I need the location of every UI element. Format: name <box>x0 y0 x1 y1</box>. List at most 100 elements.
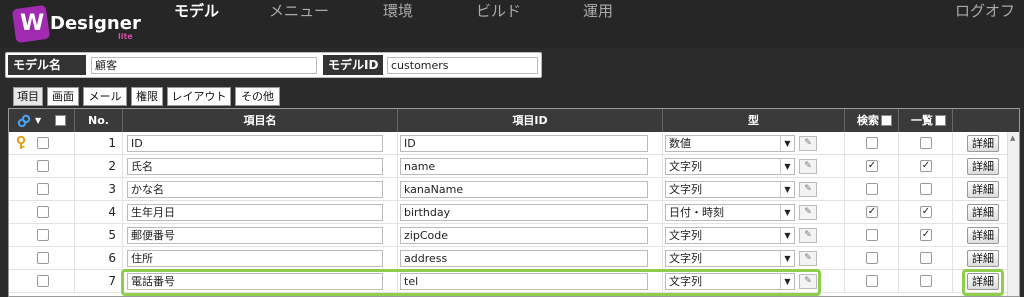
field-id-input[interactable]: name <box>400 158 648 175</box>
search-checkbox[interactable]: ✓ <box>866 160 878 172</box>
search-checkbox[interactable] <box>866 183 878 195</box>
edit-icon[interactable]: ✎ <box>799 228 817 243</box>
nav-environment[interactable]: 環境 <box>383 0 413 48</box>
list-checkbox[interactable] <box>920 137 932 149</box>
row-select-cell <box>9 270 75 293</box>
row-number: 6 <box>75 247 123 270</box>
vertical-scrollbar[interactable]: ▲ <box>1007 132 1019 296</box>
field-name-input[interactable]: 氏名 <box>127 158 383 175</box>
search-all-checkbox[interactable] <box>881 115 892 126</box>
search-checkbox[interactable] <box>866 252 878 264</box>
type-select[interactable]: 文字列 ▼ <box>665 181 795 198</box>
list-checkbox[interactable]: ✓ <box>920 229 932 241</box>
model-name-label: モデル名 <box>8 55 86 75</box>
field-name-input[interactable]: 住所 <box>127 250 383 267</box>
chevron-down-icon[interactable]: ▼ <box>780 136 794 151</box>
app-logo[interactable]: W Designer lite <box>11 4 152 44</box>
detail-button[interactable]: 詳細 <box>967 227 999 244</box>
field-id-input[interactable]: birthday <box>400 204 648 221</box>
logo-sub: lite <box>118 32 133 41</box>
field-name-input[interactable]: ID <box>127 135 383 152</box>
nav-menu[interactable]: メニュー <box>269 0 329 48</box>
link-icon[interactable] <box>17 113 31 128</box>
search-cell <box>845 132 899 155</box>
edit-icon[interactable]: ✎ <box>799 251 817 266</box>
row-select-checkbox[interactable] <box>37 252 49 264</box>
chevron-down-icon[interactable]: ▼ <box>780 182 794 197</box>
header-no: No. <box>75 109 123 132</box>
search-checkbox[interactable] <box>866 229 878 241</box>
edit-icon[interactable]: ✎ <box>799 205 817 220</box>
model-name-input[interactable]: 顧客 <box>91 57 317 74</box>
table-row: 2 氏名 name 文字列 ▼ ✎ ✓ ✓ 詳細 <box>9 155 1019 178</box>
header-dropdown-icon[interactable]: ▼ <box>35 109 41 132</box>
nav-model[interactable]: モデル <box>174 0 219 48</box>
list-checkbox[interactable] <box>920 183 932 195</box>
type-select[interactable]: 文字列 ▼ <box>665 227 795 244</box>
tab-mail[interactable]: メール <box>83 87 127 106</box>
nav-operation[interactable]: 運用 <box>583 0 613 48</box>
search-checkbox[interactable] <box>866 275 878 287</box>
table-row: 1 ID ID 数値 ▼ ✎ 詳細 <box>9 132 1019 155</box>
list-checkbox[interactable]: ✓ <box>920 206 932 218</box>
list-cell: ✓ <box>899 155 953 178</box>
model-id-input[interactable]: customers <box>387 57 538 74</box>
type-cell: 数値 ▼ ✎ <box>663 132 845 155</box>
list-checkbox[interactable] <box>920 275 932 287</box>
field-id-input[interactable]: ID <box>400 135 648 152</box>
chevron-down-icon[interactable]: ▼ <box>780 159 794 174</box>
field-name-input[interactable]: 生年月日 <box>127 204 383 221</box>
chevron-down-icon[interactable]: ▼ <box>780 228 794 243</box>
type-select[interactable]: 文字列 ▼ <box>665 158 795 175</box>
detail-cell: 詳細 <box>953 178 1009 201</box>
tab-fields[interactable]: 項目 <box>13 87 43 106</box>
field-id-input[interactable]: address <box>400 250 648 267</box>
field-id-input[interactable]: zipCode <box>400 227 648 244</box>
field-id-input[interactable]: kanaName <box>400 181 648 198</box>
chevron-down-icon[interactable]: ▼ <box>780 205 794 220</box>
row-select-checkbox[interactable] <box>37 206 49 218</box>
type-select[interactable]: 日付・時刻 ▼ <box>665 204 795 221</box>
detail-button[interactable]: 詳細 <box>967 181 999 198</box>
chevron-down-icon[interactable]: ▼ <box>780 251 794 266</box>
row-select-checkbox[interactable] <box>37 183 49 195</box>
detail-button[interactable]: 詳細 <box>967 204 999 221</box>
type-cell: 文字列 ▼ ✎ <box>663 178 845 201</box>
row-select-checkbox[interactable] <box>37 137 49 149</box>
field-name-input[interactable]: 郵便番号 <box>127 227 383 244</box>
field-name-input[interactable]: かな名 <box>127 181 383 198</box>
header-detail <box>953 109 1009 132</box>
detail-button[interactable]: 詳細 <box>967 158 999 175</box>
field-id-cell: zipCode <box>398 224 663 247</box>
type-select[interactable]: 数値 ▼ <box>665 135 795 152</box>
tab-others[interactable]: その他 <box>235 87 280 106</box>
list-checkbox[interactable]: ✓ <box>920 160 932 172</box>
row-select-checkbox[interactable] <box>37 229 49 241</box>
type-select[interactable]: 文字列 ▼ <box>665 250 795 267</box>
detail-button[interactable]: 詳細 <box>967 250 999 267</box>
nav-build[interactable]: ビルド <box>476 0 521 48</box>
row-number: 4 <box>75 201 123 224</box>
list-all-checkbox[interactable] <box>935 115 946 126</box>
row-select-checkbox[interactable] <box>37 275 49 287</box>
list-checkbox[interactable] <box>920 252 932 264</box>
search-cell <box>845 224 899 247</box>
edit-icon[interactable]: ✎ <box>799 182 817 197</box>
detail-button[interactable]: 詳細 <box>967 135 999 152</box>
edit-icon[interactable]: ✎ <box>799 159 817 174</box>
scroll-up-arrow[interactable]: ▲ <box>1010 134 1015 142</box>
edit-icon[interactable]: ✎ <box>799 136 817 151</box>
search-checkbox[interactable] <box>866 137 878 149</box>
detail-cell: 詳細 <box>953 132 1009 155</box>
list-cell <box>899 132 953 155</box>
tab-permissions[interactable]: 権限 <box>131 87 163 106</box>
row-select-checkbox[interactable] <box>37 160 49 172</box>
search-checkbox[interactable]: ✓ <box>866 206 878 218</box>
field-id-cell: name <box>398 155 663 178</box>
logout-link[interactable]: ログオフ <box>955 0 1015 48</box>
tab-layout[interactable]: レイアウト <box>167 87 231 106</box>
model-id-label: モデルID <box>323 55 383 75</box>
detail-cell: 詳細 <box>953 155 1009 178</box>
select-all-checkbox[interactable] <box>55 115 66 126</box>
tab-screens[interactable]: 画面 <box>47 87 79 106</box>
